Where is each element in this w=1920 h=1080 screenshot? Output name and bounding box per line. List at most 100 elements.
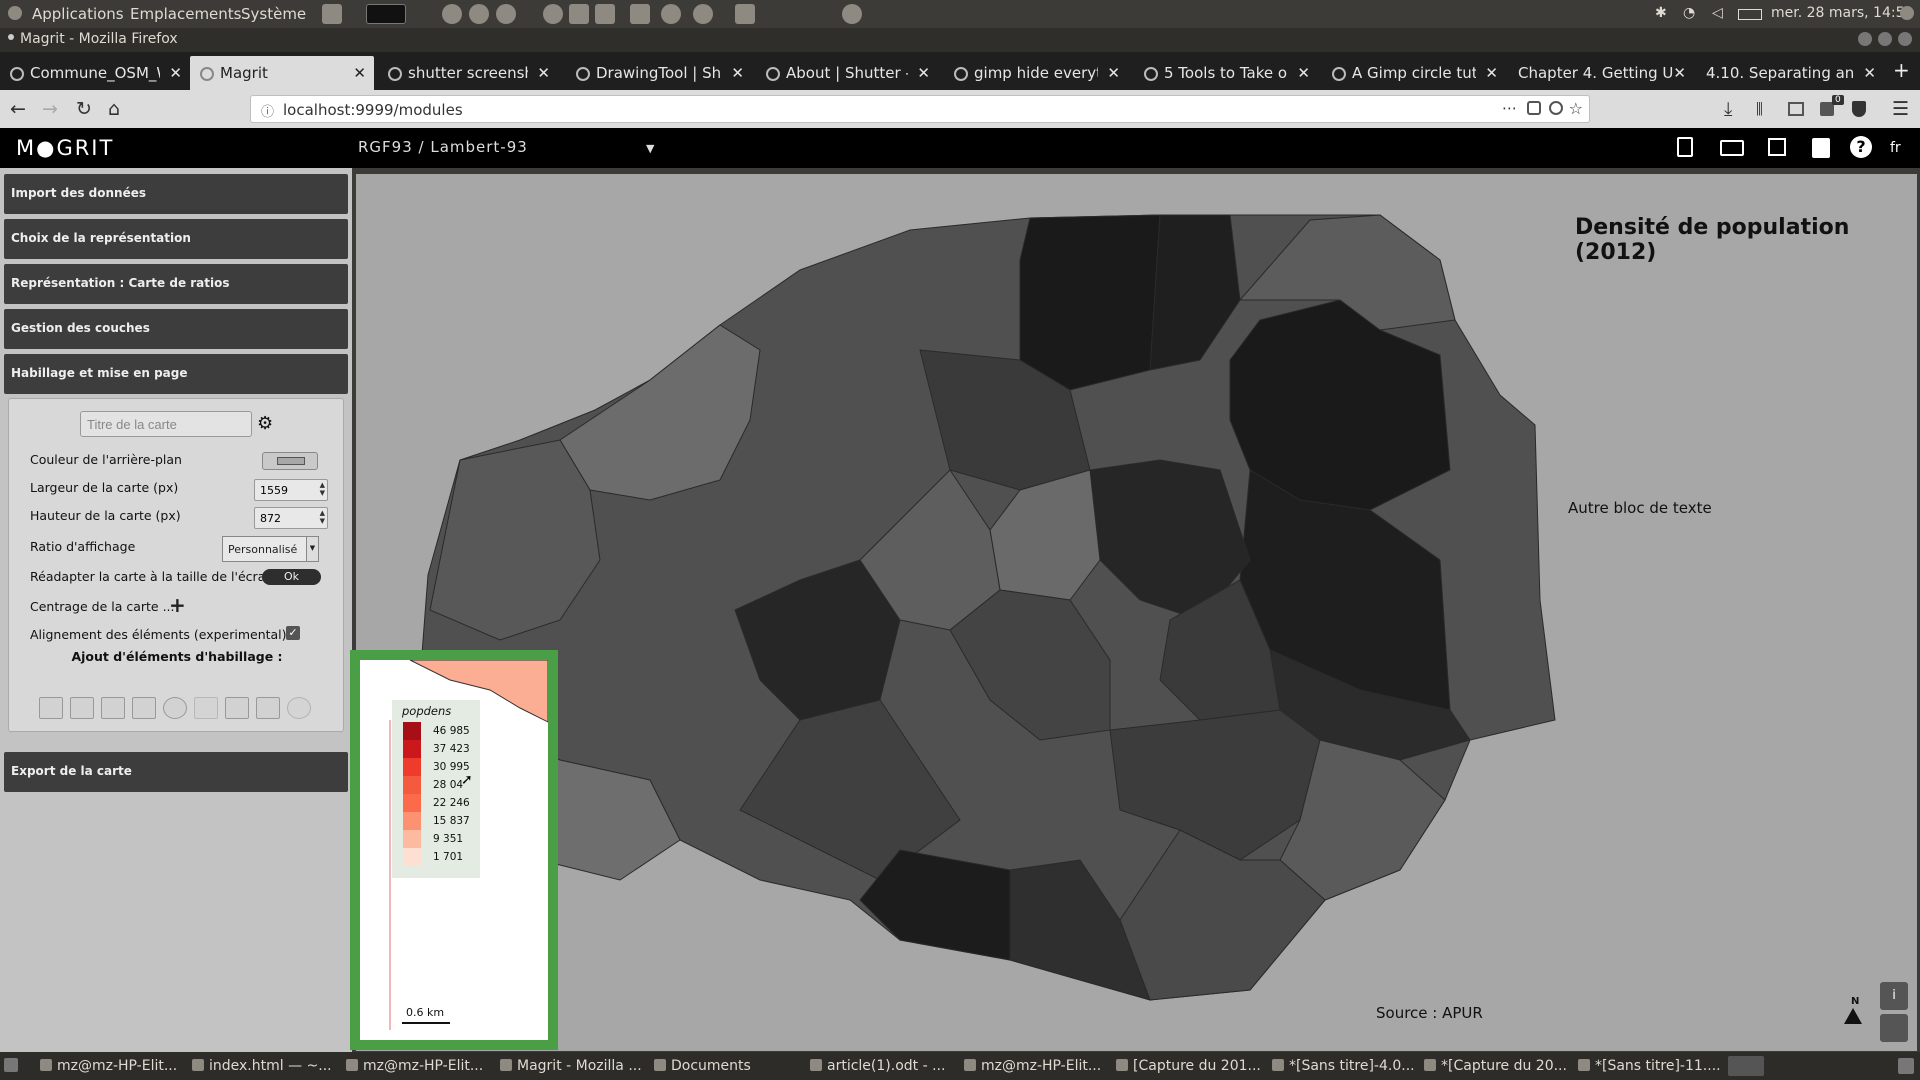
menu-system[interactable]: Système xyxy=(241,5,306,23)
rectangle-tool-icon[interactable] xyxy=(132,697,156,719)
info-icon[interactable]: i xyxy=(1880,982,1908,1010)
section-ratio-map[interactable]: Représentation : Carte de ratios xyxy=(4,264,348,304)
sidebar-icon[interactable] xyxy=(1788,102,1804,116)
url-text[interactable]: localhost:9999/modules xyxy=(283,101,463,119)
bg-color-picker[interactable] xyxy=(262,452,318,470)
map-title[interactable]: Densité de population (2012) xyxy=(1575,215,1917,265)
menu-places[interactable]: Emplacements xyxy=(130,5,242,23)
system-monitor-icon[interactable] xyxy=(366,4,406,24)
section-layout[interactable]: Habillage et mise en page xyxy=(4,354,348,394)
align-elements-checkbox[interactable]: ✓ xyxy=(286,626,300,640)
launcher-icon[interactable] xyxy=(842,4,862,24)
close-window-button[interactable] xyxy=(1898,32,1912,46)
map-height-input[interactable]: 872 ▲ ▼ xyxy=(254,507,328,529)
close-tab-icon[interactable]: ✕ xyxy=(1673,64,1686,82)
launcher-icon[interactable] xyxy=(735,4,755,24)
close-tab-icon[interactable]: ✕ xyxy=(731,64,744,82)
close-tab-icon[interactable]: ✕ xyxy=(537,64,550,82)
launcher-icon[interactable] xyxy=(595,4,615,24)
tab-drawingtool[interactable]: DrawingTool | Shutt✕ xyxy=(566,56,752,90)
book-icon[interactable] xyxy=(1812,138,1830,158)
launcher-icon[interactable] xyxy=(661,4,681,24)
library-icon[interactable]: ⫼ xyxy=(1756,100,1763,118)
r-launcher-icon[interactable] xyxy=(693,4,713,24)
scale-bar-tool-icon[interactable] xyxy=(256,697,280,719)
tab-magrit[interactable]: Magrit ✕ xyxy=(190,56,374,90)
launcher-icon[interactable] xyxy=(442,4,462,24)
tab-5-tools[interactable]: 5 Tools to Take or C✕ xyxy=(1134,56,1318,90)
arrow-tool-icon[interactable] xyxy=(39,697,63,719)
scale-tool-icon[interactable] xyxy=(101,697,125,719)
tracking-icon[interactable] xyxy=(1549,101,1563,115)
home-icon[interactable]: ⌂ xyxy=(108,98,120,120)
close-tab-icon[interactable]: ✕ xyxy=(1863,64,1876,82)
north-arrow-tool-icon[interactable] xyxy=(225,697,249,719)
show-desktop-icon[interactable] xyxy=(4,1058,18,1072)
grid-tool-icon[interactable] xyxy=(194,697,218,719)
bookmark-star-icon[interactable]: ☆ xyxy=(1569,99,1583,118)
tab-commune-osm[interactable]: Commune_OSM_W ✕ xyxy=(0,56,190,90)
close-tab-icon[interactable]: ✕ xyxy=(1107,64,1120,82)
close-tab-icon[interactable]: ✕ xyxy=(169,64,182,82)
page-actions-icon[interactable]: ⋯ xyxy=(1502,99,1517,117)
text-tool-icon[interactable] xyxy=(70,697,94,719)
settings-launcher-icon[interactable] xyxy=(496,4,516,24)
close-tab-icon[interactable]: ✕ xyxy=(1485,64,1498,82)
fit-map-ok-button[interactable]: Ok xyxy=(262,569,321,585)
taskbar-item[interactable]: [Capture du 201... xyxy=(1116,1058,1266,1074)
new-project-icon[interactable] xyxy=(1677,137,1693,157)
taskbar-item[interactable]: mz@mz-HP-Elit... xyxy=(964,1058,1112,1074)
volume-icon[interactable]: ◁ xyxy=(1712,5,1723,21)
taskbar-item[interactable]: Magrit - Mozilla ... xyxy=(500,1058,650,1074)
shield-icon[interactable] xyxy=(1852,101,1866,117)
legend-container[interactable]: popdens 46 985 37 423 30 995 28 04 22 246 15 … xyxy=(350,650,558,1050)
taskbar-item[interactable]: index.html — ~... xyxy=(192,1058,340,1074)
center-map-label[interactable]: Centrage de la carte ... xyxy=(30,599,175,614)
taskbar-item[interactable]: *[Sans titre]-4.0... xyxy=(1272,1058,1420,1074)
taskbar-item[interactable]: *[Sans titre]-11.... xyxy=(1578,1058,1724,1074)
symbol-tool-icon[interactable] xyxy=(287,697,311,719)
tab-gimp-hide[interactable]: gimp hide everythi✕ xyxy=(944,56,1128,90)
save-project-icon[interactable] xyxy=(1768,138,1786,156)
taskbar-item[interactable]: *[Capture du 20... xyxy=(1424,1058,1574,1074)
hamburger-menu-icon[interactable]: ☰ xyxy=(1892,98,1909,120)
editor-launcher-icon[interactable] xyxy=(569,4,589,24)
lock-icon[interactable] xyxy=(1880,1014,1908,1042)
section-layer-management[interactable]: Gestion des couches xyxy=(4,309,348,349)
clock[interactable]: mer. 28 mars, 14:51 xyxy=(1771,5,1913,21)
projection-select[interactable]: RGF93 / Lambert-93 xyxy=(358,138,528,156)
ubuntu-logo-icon[interactable] xyxy=(8,6,22,20)
taskbar-item[interactable]: mz@mz-HP-Elit... xyxy=(40,1058,184,1074)
maximize-button[interactable] xyxy=(1878,32,1892,46)
trash-icon[interactable] xyxy=(1898,1058,1914,1074)
power-icon[interactable] xyxy=(1900,6,1914,20)
taskbar-item[interactable]: Documents xyxy=(654,1058,804,1074)
wifi-icon[interactable]: ◔ xyxy=(1683,5,1695,21)
map-canvas[interactable]: Densité de population (2012) Autre bloc … xyxy=(356,174,1917,1051)
stepper-icon[interactable]: ▲ ▼ xyxy=(320,481,325,497)
stepper-icon[interactable]: ▲ ▼ xyxy=(320,509,325,525)
tab-about-shutter[interactable]: About | Shutter - Fe✕ xyxy=(756,56,938,90)
terminal-launcher-icon[interactable] xyxy=(630,4,650,24)
tab-gimp-circle[interactable]: A Gimp circle tutor✕ xyxy=(1322,56,1506,90)
back-icon[interactable]: ← xyxy=(10,98,26,120)
menu-applications[interactable]: Applications xyxy=(32,5,124,23)
section-import-data[interactable]: Import des données xyxy=(4,174,348,214)
close-tab-icon[interactable]: ✕ xyxy=(1297,64,1310,82)
help-icon[interactable]: ? xyxy=(1850,136,1872,158)
workspace-switcher[interactable] xyxy=(1728,1056,1764,1076)
qgis-launcher-icon[interactable] xyxy=(543,4,563,24)
legend-panel[interactable]: popdens 46 985 37 423 30 995 28 04 22 246 15 … xyxy=(392,700,480,878)
plus-icon[interactable]: + xyxy=(169,593,186,617)
language-toggle[interactable]: fr xyxy=(1890,140,1901,156)
section-representation-choice[interactable]: Choix de la représentation xyxy=(4,219,348,259)
open-project-icon[interactable] xyxy=(1720,140,1744,156)
map-text-block[interactable]: Autre bloc de texte xyxy=(1568,499,1712,517)
map-title-input[interactable] xyxy=(80,411,252,437)
download-icon[interactable]: ⤓ xyxy=(1724,98,1732,120)
new-tab-icon[interactable]: + xyxy=(1893,58,1910,82)
url-bar[interactable]: ⓘ localhost:9999/modules ⋯ ☆ xyxy=(250,95,1590,123)
battery-icon[interactable] xyxy=(1738,9,1762,20)
files-launcher-icon[interactable] xyxy=(322,4,342,24)
minimize-button[interactable] xyxy=(1858,32,1872,46)
